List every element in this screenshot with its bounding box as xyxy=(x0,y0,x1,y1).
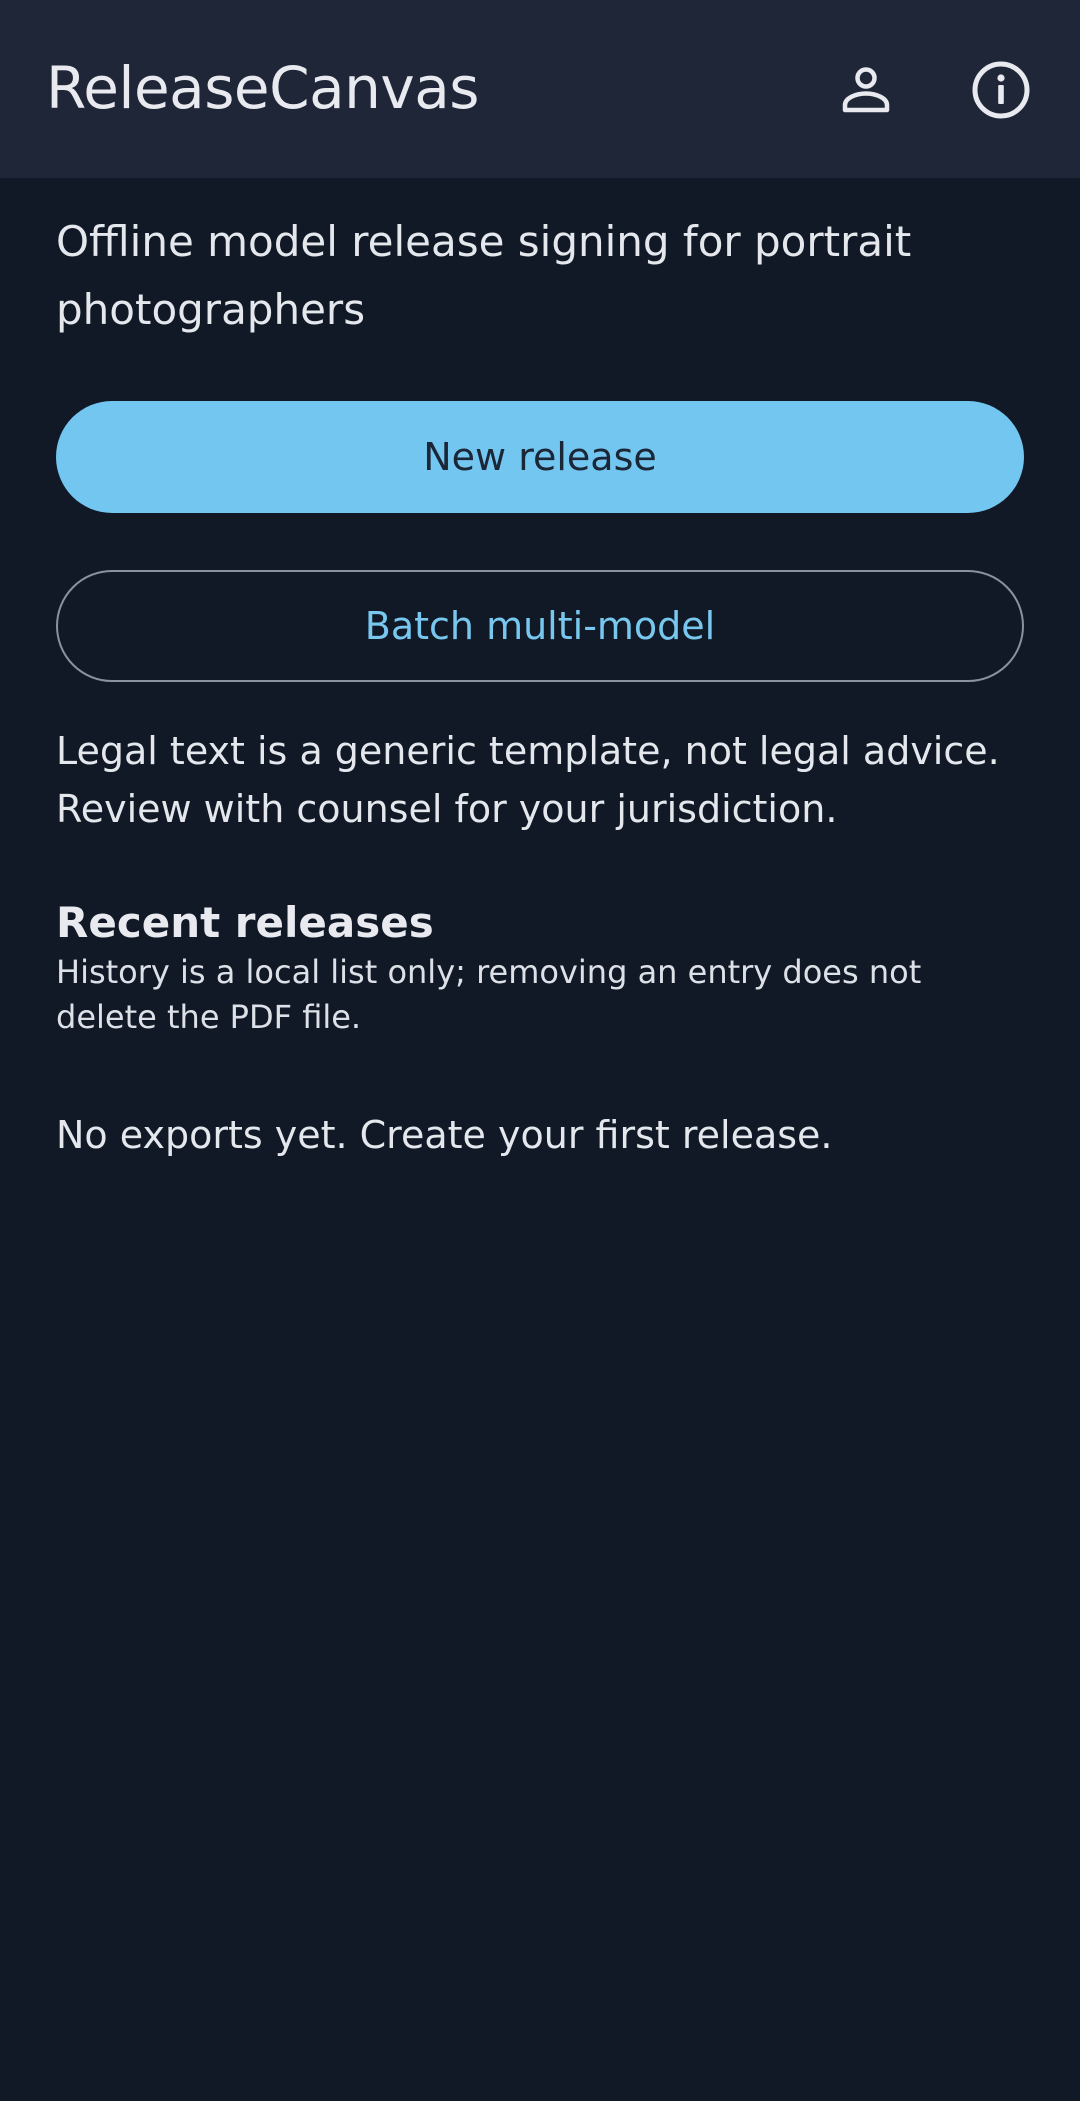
empty-state-message: No exports yet. Create your first releas… xyxy=(56,1113,833,1157)
person-icon xyxy=(842,67,890,113)
recent-releases-note: History is a local list only; removing a… xyxy=(56,953,922,1036)
batch-multi-model-button[interactable]: Batch multi-model xyxy=(56,570,1024,682)
legal-disclaimer: Legal text is a generic template, not le… xyxy=(56,729,1000,831)
info-icon xyxy=(972,61,1030,119)
new-release-button[interactable]: New release xyxy=(56,401,1024,513)
profile-button[interactable] xyxy=(828,52,904,128)
app-title: ReleaseCanvas xyxy=(46,54,480,122)
app-bar: ReleaseCanvas xyxy=(0,0,1080,178)
app-subtitle: Offline model release signing for portra… xyxy=(56,217,912,334)
info-button[interactable] xyxy=(963,52,1039,128)
recent-releases-title: Recent releases xyxy=(56,898,434,947)
